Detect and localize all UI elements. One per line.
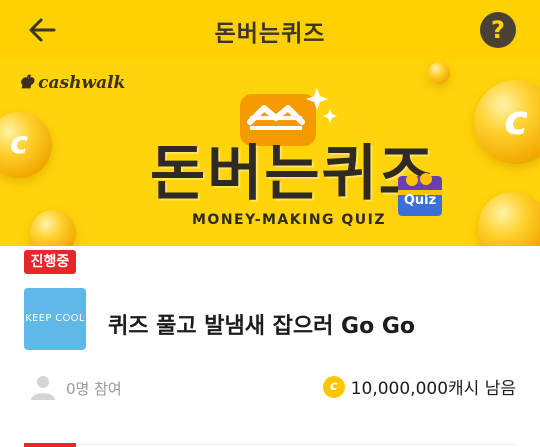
banner-subtitle: MONEY-MAKING QUIZ bbox=[192, 212, 387, 228]
coin-icon: c bbox=[322, 375, 345, 398]
next-card-edge bbox=[24, 443, 76, 447]
banner-title: 돈버는퀴즈 bbox=[150, 139, 436, 209]
cashwalk-logo: ♚ cashwalk bbox=[18, 72, 126, 93]
reward-remaining: 10,000,000캐시 남음 bbox=[350, 379, 516, 399]
quiz-treasure-box-icon: Quiz bbox=[396, 170, 444, 218]
person-icon bbox=[31, 376, 55, 400]
sponsor-logo: KEEP COOL bbox=[24, 288, 86, 350]
coin-icon bbox=[478, 192, 540, 250]
quiz-title[interactable]: 퀴즈 풀고 발냄새 잡으러 Go Go bbox=[108, 308, 415, 340]
coin-icon: c bbox=[474, 80, 540, 164]
reward-info: c 10,000,000캐시 남음 bbox=[322, 374, 516, 400]
coin-icon: c bbox=[0, 112, 52, 178]
page-title: 돈버는퀴즈 bbox=[214, 21, 326, 47]
divider bbox=[76, 444, 516, 445]
quiz-banner: c c ♚ cashwalk 돈버는퀴즈 MONEY-MAKING QUIZ Qu… bbox=[0, 60, 540, 250]
participants-count: 0명 참여 bbox=[66, 380, 122, 398]
app-bar: 돈버는퀴즈 ? bbox=[0, 0, 540, 60]
status-badge: 진행중 bbox=[24, 250, 76, 274]
help-button[interactable]: ? bbox=[480, 12, 516, 48]
cashwalk-mark-icon: ♚ bbox=[18, 72, 35, 93]
coin-icon bbox=[30, 210, 76, 250]
coin-icon bbox=[428, 62, 450, 84]
quiz-card[interactable]: 진행중 KEEP COOL 퀴즈 풀고 발냄새 잡으러 Go Go 0명 참여 … bbox=[0, 246, 540, 447]
